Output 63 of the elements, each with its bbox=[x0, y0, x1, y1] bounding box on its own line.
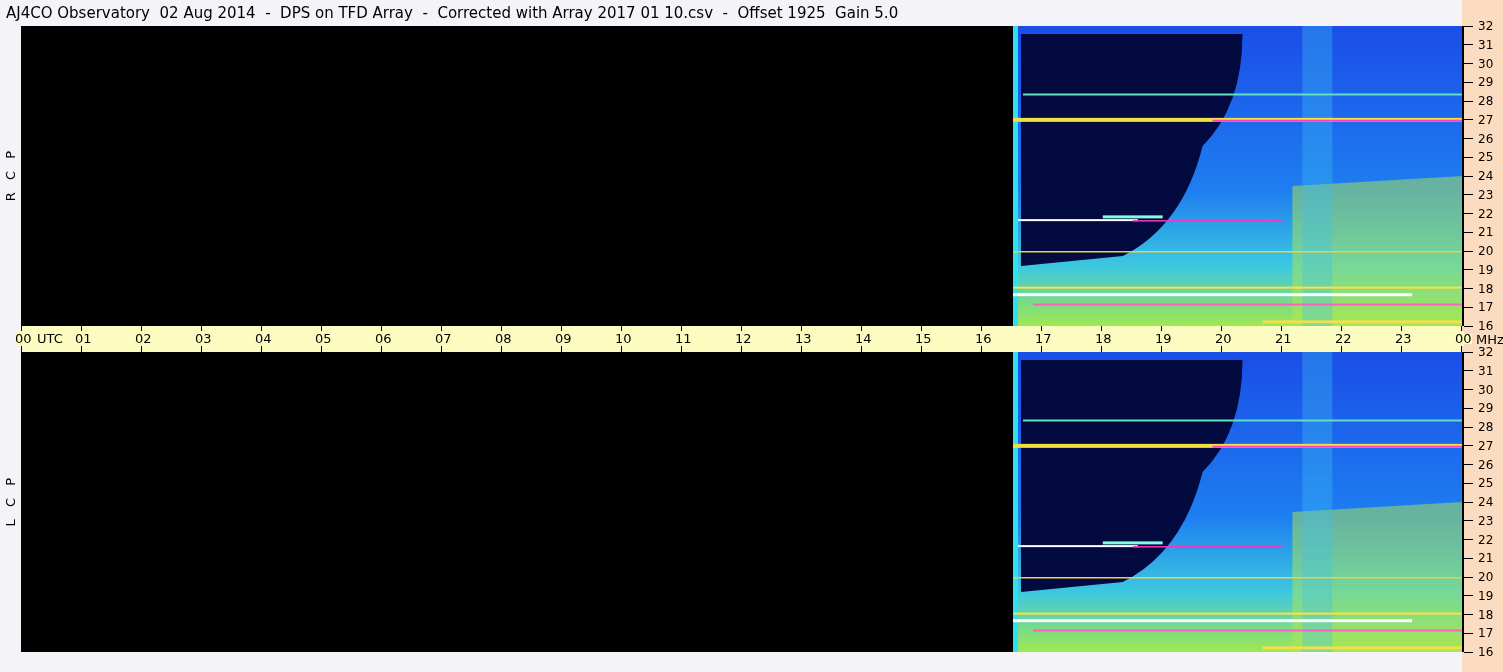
frequency-label: 32 bbox=[1478, 344, 1494, 360]
time-label: 09 bbox=[555, 331, 572, 346]
time-label: 05 bbox=[315, 331, 332, 346]
frequency-label: 30 bbox=[1478, 55, 1494, 72]
frequency-label: 26 bbox=[1478, 130, 1494, 147]
frequency-label: 25 bbox=[1478, 149, 1494, 166]
time-unit: UTC bbox=[37, 331, 63, 346]
frequency-label: 30 bbox=[1478, 381, 1494, 398]
time-label: 08 bbox=[495, 331, 512, 346]
time-label: 14 bbox=[855, 331, 872, 346]
frequency-label: 20 bbox=[1478, 569, 1494, 585]
time-label: 02 bbox=[135, 331, 152, 346]
frequency-unit: MHz bbox=[1476, 331, 1503, 347]
frequency-label: 22 bbox=[1478, 531, 1494, 548]
frequency-label: 27 bbox=[1478, 111, 1494, 128]
time-label: 04 bbox=[255, 331, 272, 346]
polarization-label: R C P bbox=[3, 150, 18, 202]
time-label: 10 bbox=[615, 331, 632, 346]
frequency-label: 17 bbox=[1478, 299, 1494, 316]
frequency-label: 16 bbox=[1478, 318, 1494, 334]
frequency-label: 19 bbox=[1478, 587, 1494, 604]
time-label: 11 bbox=[675, 331, 692, 346]
time-label: 06 bbox=[375, 331, 392, 346]
time-label: 03 bbox=[195, 331, 212, 346]
time-label: 01 bbox=[75, 331, 92, 346]
time-label: 00 bbox=[15, 331, 32, 346]
frequency-label: 32 bbox=[1478, 18, 1494, 34]
frequency-label: 25 bbox=[1478, 475, 1494, 492]
frequency-label: 20 bbox=[1478, 243, 1494, 259]
frequency-label: 21 bbox=[1478, 224, 1494, 241]
frequency-label: 19 bbox=[1478, 261, 1494, 278]
frequency-label: 26 bbox=[1478, 456, 1494, 473]
frequency-label: 31 bbox=[1478, 362, 1494, 379]
frequency-label: 24 bbox=[1478, 494, 1494, 510]
time-label: 17 bbox=[1035, 331, 1052, 346]
time-label: 20 bbox=[1215, 331, 1232, 346]
time-label: 07 bbox=[435, 331, 452, 346]
frequency-label: 31 bbox=[1478, 36, 1494, 53]
time-label: 18 bbox=[1095, 331, 1112, 346]
frequency-label: 18 bbox=[1478, 606, 1494, 623]
frequency-label: 23 bbox=[1478, 186, 1494, 203]
frequency-label: 23 bbox=[1478, 512, 1494, 529]
frequency-label: 28 bbox=[1478, 419, 1494, 435]
frequency-label: 27 bbox=[1478, 437, 1494, 454]
time-label: 22 bbox=[1335, 331, 1352, 346]
time-label: 16 bbox=[975, 331, 992, 346]
frequency-label: 24 bbox=[1478, 168, 1494, 184]
window-title: AJ4CO Observatory 02 Aug 2014 - DPS on TFD Array - Corrected with Array 2017 01 10.csv - Offset 1925 Gain 5.0 bbox=[5, 3, 900, 24]
frequency-label: 21 bbox=[1478, 550, 1494, 567]
time-label: 12 bbox=[735, 331, 752, 346]
time-label: 23 bbox=[1395, 331, 1412, 346]
time-label: 15 bbox=[915, 331, 932, 346]
time-label: 13 bbox=[795, 331, 812, 346]
frequency-label: 28 bbox=[1478, 93, 1494, 109]
frequency-label: 29 bbox=[1478, 74, 1494, 91]
frequency-label: 22 bbox=[1478, 205, 1494, 222]
time-label: 21 bbox=[1275, 331, 1292, 346]
frequency-label: 17 bbox=[1478, 625, 1494, 642]
time-label: 19 bbox=[1155, 331, 1172, 346]
frequency-label: 29 bbox=[1478, 400, 1494, 417]
frequency-label: 18 bbox=[1478, 280, 1494, 297]
polarization-label: L C P bbox=[3, 477, 18, 527]
frequency-label: 16 bbox=[1478, 644, 1494, 660]
